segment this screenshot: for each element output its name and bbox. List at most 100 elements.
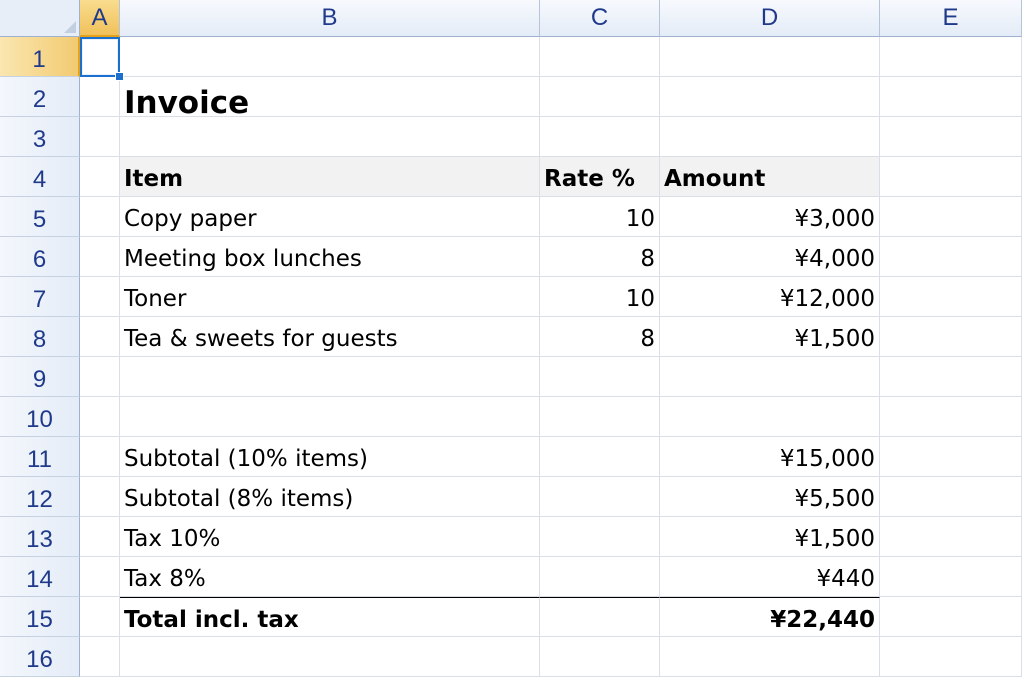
row-header-12[interactable]: 12	[0, 477, 80, 517]
cell-b16[interactable]	[120, 637, 540, 677]
cell-e3[interactable]	[880, 117, 1022, 157]
cell-b3[interactable]	[120, 117, 540, 157]
rate-column-header[interactable]: Rate %	[540, 157, 660, 197]
cell-c1[interactable]	[540, 37, 660, 77]
column-header-d[interactable]: D	[660, 0, 880, 37]
cell-d1[interactable]	[660, 37, 880, 77]
cell-c13[interactable]	[540, 517, 660, 557]
cell-c2[interactable]	[540, 77, 660, 117]
line-item-name[interactable]: Copy paper	[120, 197, 540, 237]
cell-a6[interactable]	[80, 237, 120, 277]
cell-e6[interactable]	[880, 237, 1022, 277]
cell-c14[interactable]	[540, 557, 660, 597]
summary-value[interactable]: ¥15,000	[660, 437, 880, 477]
cell-a15[interactable]	[80, 597, 120, 637]
row-header-7[interactable]: 7	[0, 277, 80, 317]
line-item-amount[interactable]: ¥3,000	[660, 197, 880, 237]
cell-a13[interactable]	[80, 517, 120, 557]
row-header-15[interactable]: 15	[0, 597, 80, 637]
cell-d16[interactable]	[660, 637, 880, 677]
spreadsheet-grid[interactable]: A B C D E 1 2 Invoice 3 4 Item Rate % Amount 5 Copy pa…	[0, 0, 1022, 678]
cell-d9[interactable]	[660, 357, 880, 397]
cell-c16[interactable]	[540, 637, 660, 677]
cell-b10[interactable]	[120, 397, 540, 437]
cell-d2[interactable]	[660, 77, 880, 117]
cell-c11[interactable]	[540, 437, 660, 477]
line-item-rate[interactable]: 8	[540, 237, 660, 277]
line-item-rate[interactable]: 10	[540, 277, 660, 317]
cell-a7[interactable]	[80, 277, 120, 317]
cell-a14[interactable]	[80, 557, 120, 597]
cell-a8[interactable]	[80, 317, 120, 357]
cell-a11[interactable]	[80, 437, 120, 477]
column-header-a[interactable]: A	[80, 0, 120, 37]
cell-c10[interactable]	[540, 397, 660, 437]
select-all-corner[interactable]	[0, 0, 80, 37]
cell-e2[interactable]	[880, 77, 1022, 117]
invoice-title[interactable]: Invoice	[120, 77, 540, 117]
line-item-rate[interactable]: 8	[540, 317, 660, 357]
cell-e14[interactable]	[880, 557, 1022, 597]
total-label[interactable]: Total incl. tax	[120, 597, 540, 637]
cell-e16[interactable]	[880, 637, 1022, 677]
cell-c15[interactable]	[540, 597, 660, 637]
cell-a2[interactable]	[80, 77, 120, 117]
cell-e9[interactable]	[880, 357, 1022, 397]
line-item-name[interactable]: Toner	[120, 277, 540, 317]
row-header-5[interactable]: 5	[0, 197, 80, 237]
cell-d10[interactable]	[660, 397, 880, 437]
fill-handle[interactable]	[115, 72, 124, 81]
line-item-amount[interactable]: ¥12,000	[660, 277, 880, 317]
row-header-3[interactable]: 3	[0, 117, 80, 157]
cell-e11[interactable]	[880, 437, 1022, 477]
summary-label[interactable]: Tax 8%	[120, 557, 540, 597]
row-header-10[interactable]: 10	[0, 397, 80, 437]
cell-e4[interactable]	[880, 157, 1022, 197]
cell-b9[interactable]	[120, 357, 540, 397]
cell-b1[interactable]	[120, 37, 540, 77]
cell-a5[interactable]	[80, 197, 120, 237]
cell-e15[interactable]	[880, 597, 1022, 637]
summary-label[interactable]: Subtotal (8% items)	[120, 477, 540, 517]
summary-label[interactable]: Subtotal (10% items)	[120, 437, 540, 477]
line-item-name[interactable]: Meeting box lunches	[120, 237, 540, 277]
row-header-4[interactable]: 4	[0, 157, 80, 197]
row-header-9[interactable]: 9	[0, 357, 80, 397]
cell-e1[interactable]	[880, 37, 1022, 77]
column-header-b[interactable]: B	[120, 0, 540, 37]
column-header-c[interactable]: C	[540, 0, 660, 37]
summary-value[interactable]: ¥440	[660, 557, 880, 597]
line-item-name[interactable]: Tea & sweets for guests	[120, 317, 540, 357]
row-header-1[interactable]: 1	[0, 37, 80, 77]
amount-column-header[interactable]: Amount	[660, 157, 880, 197]
cell-e13[interactable]	[880, 517, 1022, 557]
item-column-header[interactable]: Item	[120, 157, 540, 197]
summary-value[interactable]: ¥1,500	[660, 517, 880, 557]
line-item-rate[interactable]: 10	[540, 197, 660, 237]
cell-e10[interactable]	[880, 397, 1022, 437]
cell-c3[interactable]	[540, 117, 660, 157]
cell-c9[interactable]	[540, 357, 660, 397]
row-header-8[interactable]: 8	[0, 317, 80, 357]
row-header-16[interactable]: 16	[0, 637, 80, 677]
cell-a3[interactable]	[80, 117, 120, 157]
cell-e7[interactable]	[880, 277, 1022, 317]
cell-a9[interactable]	[80, 357, 120, 397]
cell-c12[interactable]	[540, 477, 660, 517]
cell-a4[interactable]	[80, 157, 120, 197]
row-header-14[interactable]: 14	[0, 557, 80, 597]
line-item-amount[interactable]: ¥1,500	[660, 317, 880, 357]
line-item-amount[interactable]: ¥4,000	[660, 237, 880, 277]
cell-e8[interactable]	[880, 317, 1022, 357]
cell-e5[interactable]	[880, 197, 1022, 237]
cell-d3[interactable]	[660, 117, 880, 157]
total-value[interactable]: ¥22,440	[660, 597, 880, 637]
row-header-13[interactable]: 13	[0, 517, 80, 557]
active-cell-a1[interactable]	[80, 37, 120, 77]
cell-e12[interactable]	[880, 477, 1022, 517]
column-header-e[interactable]: E	[880, 0, 1022, 37]
cell-a10[interactable]	[80, 397, 120, 437]
summary-value[interactable]: ¥5,500	[660, 477, 880, 517]
row-header-6[interactable]: 6	[0, 237, 80, 277]
cell-a12[interactable]	[80, 477, 120, 517]
